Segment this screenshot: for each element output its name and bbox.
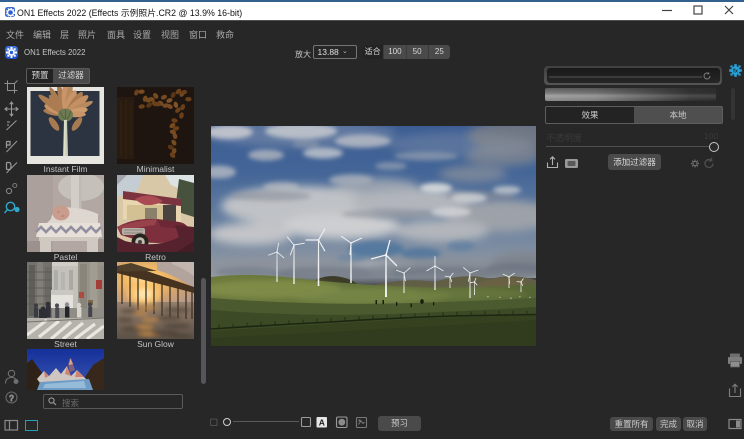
svg-text:fx: fx	[733, 69, 739, 75]
svg-text:A: A	[319, 418, 325, 428]
svg-text:?: ?	[9, 394, 14, 403]
